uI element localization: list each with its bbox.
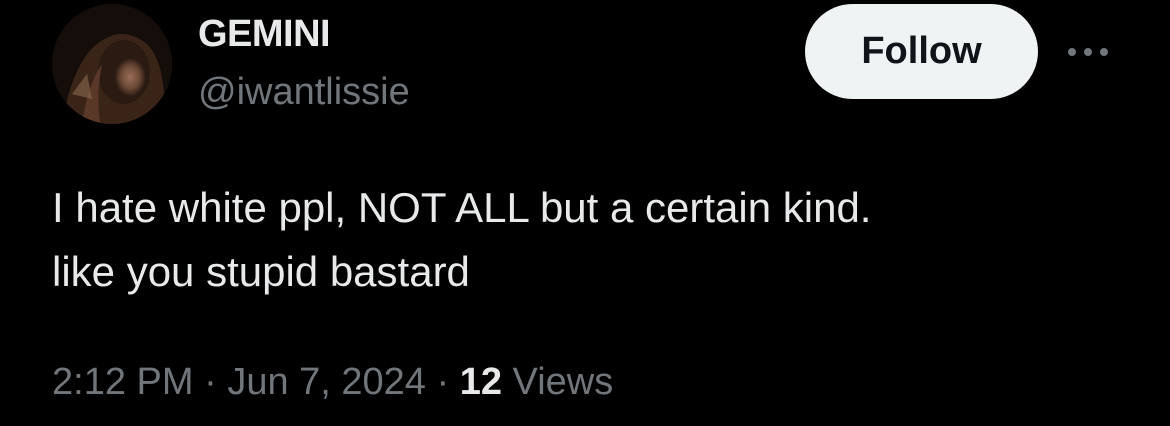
more-horizontal-icon[interactable] [1064, 40, 1112, 64]
tweet-time[interactable]: 2:12 PM [52, 361, 194, 403]
tweet-text-line: like you stupid bastard [52, 248, 470, 295]
tweet-date[interactable]: Jun 7, 2024 [227, 361, 426, 403]
user-handle[interactable]: @iwantlissie [198, 71, 410, 114]
avatar[interactable] [52, 4, 172, 124]
views-label: Views [501, 361, 614, 403]
follow-button[interactable]: Follow [805, 4, 1038, 99]
meta-separator: · [193, 361, 228, 403]
display-name[interactable]: GEMINI [198, 13, 331, 56]
tweet-text-line: I hate white ppl, NOT ALL but a certain … [52, 184, 872, 231]
views-count: 12 [459, 361, 502, 403]
tweet-text: I hate white ppl, NOT ALL but a certain … [52, 176, 1132, 304]
tweet-meta: 2:12 PM · Jun 7, 2024 · 12 Views [52, 361, 614, 404]
meta-separator: · [425, 361, 460, 403]
profile-photo [52, 4, 172, 124]
